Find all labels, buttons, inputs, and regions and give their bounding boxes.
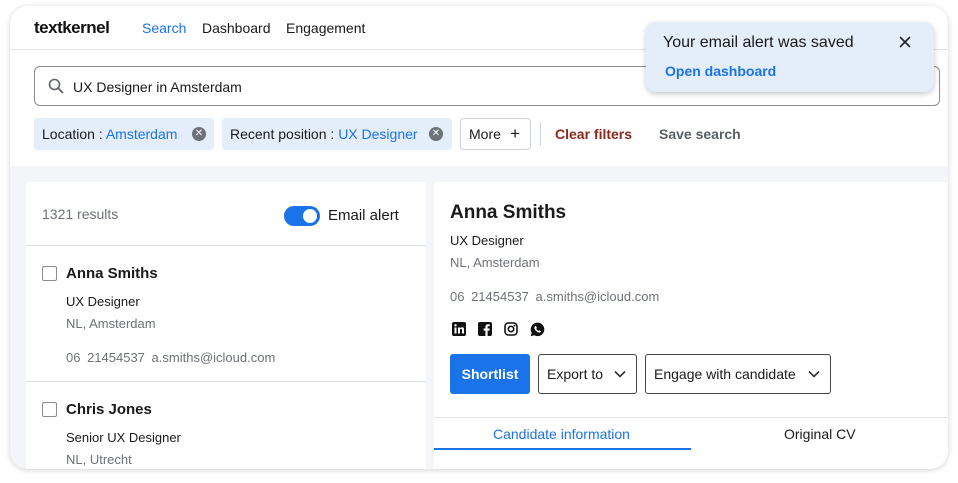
candidate-name[interactable]: Anna Smiths (66, 265, 158, 282)
chip-value: UX Designer (338, 126, 418, 142)
nav-search[interactable]: Search (142, 20, 186, 36)
detail-location: NL, Amsterdam (450, 255, 540, 270)
nav-dashboard[interactable]: Dashboard (202, 20, 271, 36)
detail-contact: 06 21454537 a.smiths@icloud.com (450, 289, 659, 304)
chip-value: Amsterdam (105, 126, 178, 142)
select-checkbox[interactable] (42, 402, 57, 417)
tabs-divider (434, 417, 948, 418)
textkernel-logo[interactable]: textkernel (34, 18, 110, 38)
divider (540, 122, 541, 146)
candidate-contact: 06 21454537 a.smiths@icloud.com (66, 350, 275, 365)
linkedin-icon[interactable] (452, 322, 466, 336)
detail-phone: 06 21454537 (450, 289, 529, 304)
active-tab-indicator (434, 448, 691, 450)
candidate-phone: 06 21454537 (66, 350, 145, 365)
email-alert-label: Email alert (328, 207, 399, 224)
engage-dropdown-button[interactable]: Engage with candidate (645, 354, 831, 394)
list-item[interactable]: Anna Smiths UX Designer NL, Amsterdam 06… (26, 246, 426, 381)
clear-filters-button[interactable]: Clear filters (555, 126, 632, 142)
candidate-name[interactable]: Chris Jones (66, 401, 152, 418)
tab-original-cv[interactable]: Original CV (784, 426, 856, 442)
open-dashboard-link[interactable]: Open dashboard (665, 63, 776, 79)
results-panel: 1321 results Email alert Anna Smiths UX … (26, 182, 426, 469)
instagram-icon[interactable] (504, 322, 518, 336)
export-dropdown-button[interactable]: Export to (538, 354, 637, 394)
search-icon (48, 78, 64, 94)
remove-chip-icon[interactable]: ✕ (192, 127, 206, 141)
close-icon[interactable] (898, 35, 912, 49)
search-input[interactable] (73, 76, 673, 98)
candidate-location: NL, Utrecht (66, 452, 132, 467)
email-alert-toast: Your email alert was saved Open dashboar… (646, 22, 934, 92)
email-alert-toggle[interactable] (284, 206, 320, 226)
candidate-title: UX Designer (66, 294, 140, 309)
chevron-down-icon (614, 370, 626, 378)
detail-name: Anna Smiths (450, 202, 567, 223)
whatsapp-icon[interactable] (530, 322, 545, 337)
toast-message: Your email alert was saved (663, 34, 854, 51)
chip-key: Location : (42, 126, 103, 142)
filter-chip-location[interactable]: Location : Amsterdam ✕ (34, 118, 214, 150)
candidate-email: a.smiths@icloud.com (151, 350, 276, 365)
remove-chip-icon[interactable]: ✕ (429, 127, 443, 141)
engage-label: Engage with candidate (654, 366, 796, 382)
filter-chip-recent-position[interactable]: Recent position : UX Designer ✕ (222, 118, 452, 150)
detail-title: UX Designer (450, 233, 524, 248)
candidate-detail-panel: Anna Smiths UX Designer NL, Amsterdam 06… (434, 182, 948, 469)
results-count: 1321 results (42, 206, 119, 222)
tab-candidate-information[interactable]: Candidate information (493, 426, 630, 442)
detail-email: a.smiths@icloud.com (535, 289, 660, 304)
app-window: textkernel Search Dashboard Engagement L… (10, 6, 948, 469)
facebook-icon[interactable] (478, 322, 492, 336)
chip-key: Recent position : (230, 126, 335, 142)
plus-icon: + (510, 124, 520, 143)
select-checkbox[interactable] (42, 266, 57, 281)
nav-engagement[interactable]: Engagement (286, 20, 365, 36)
more-label: More (469, 126, 501, 142)
list-item[interactable]: Chris Jones Senior UX Designer NL, Utrec… (26, 382, 426, 469)
chevron-down-icon (808, 370, 820, 378)
shortlist-button[interactable]: Shortlist (450, 354, 530, 394)
save-search-button[interactable]: Save search (659, 126, 741, 142)
export-label: Export to (547, 366, 604, 382)
toggle-knob (303, 209, 317, 223)
candidate-location: NL, Amsterdam (66, 316, 156, 331)
more-filters-button[interactable]: More + (460, 118, 531, 150)
candidate-title: Senior UX Designer (66, 430, 181, 445)
